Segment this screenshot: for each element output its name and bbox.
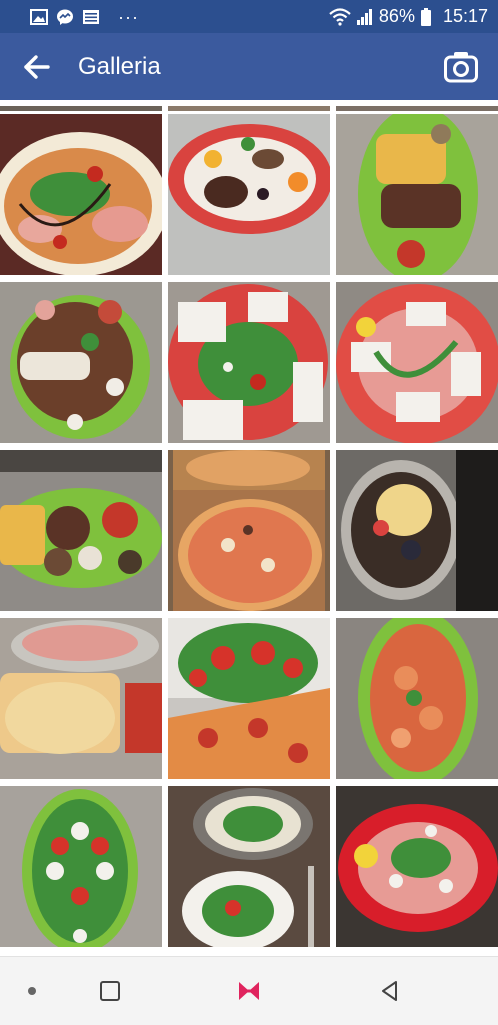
wifi-icon — [329, 7, 351, 26]
photo-pizza-prosciutto — [0, 132, 162, 275]
clock: 15:17 — [442, 6, 488, 26]
back-triangle-icon[interactable] — [378, 979, 402, 1003]
gallery-photo-11[interactable] — [168, 618, 330, 779]
photo-caprese-green — [22, 789, 138, 947]
gallery-photo-1[interactable] — [0, 114, 162, 275]
gallery-photo-14[interactable] — [168, 786, 330, 947]
recent-apps-icon[interactable] — [100, 981, 120, 1001]
photo-salads-white — [182, 788, 314, 947]
photo-mixed-grill — [0, 450, 162, 588]
gallery-photo-12[interactable] — [336, 618, 498, 779]
gallery-photo-7[interactable] — [0, 450, 162, 611]
photo-steak-fries — [358, 114, 478, 275]
gallery-photo-4[interactable] — [0, 282, 162, 443]
gallery-photo-partial[interactable] — [0, 106, 162, 111]
battery-icon — [420, 7, 431, 26]
image-icon — [30, 8, 48, 25]
messenger-icon — [57, 9, 73, 25]
battery-percentage: 86% — [378, 6, 415, 26]
photo-antipasto — [10, 295, 150, 439]
gallery-photo-13[interactable] — [0, 786, 162, 947]
signal-icon — [356, 8, 372, 25]
gallery-photo-2[interactable] — [168, 114, 330, 275]
gallery-photo-10[interactable] — [0, 618, 162, 779]
gallery-photo-6[interactable] — [336, 282, 498, 443]
photo-pizza-box — [173, 450, 325, 611]
page-title: Galleria — [78, 53, 161, 80]
gallery-photo-5[interactable] — [168, 282, 330, 443]
app-bar: Galleria — [0, 33, 498, 100]
photo-tomato-salad-pizza — [168, 618, 330, 779]
status-bar: ··· 86% 15:17 — [0, 0, 498, 33]
photo-caprese-red — [168, 284, 328, 440]
nav-dot-icon[interactable] — [28, 987, 36, 995]
photo-grilled-meat — [168, 124, 330, 234]
app-shortcut-icon[interactable] — [237, 979, 261, 1003]
photo-carpaccio — [336, 284, 498, 443]
gallery-photo-partial[interactable] — [336, 106, 498, 111]
camera-icon[interactable] — [444, 50, 478, 84]
photo-carpaccio-red — [338, 804, 498, 932]
gallery-photo-3[interactable] — [336, 114, 498, 275]
back-arrow-icon[interactable] — [22, 53, 52, 81]
news-icon — [83, 9, 99, 24]
gallery-photo-15[interactable] — [336, 786, 498, 947]
navigation-bar — [0, 956, 498, 1025]
photo-spaghetti-seafood — [341, 450, 498, 611]
photo-shrimp-platter — [358, 618, 478, 779]
more-notifications-indicator: ··· — [118, 6, 139, 27]
photo-cold-cuts — [0, 620, 162, 754]
system-status: 86% 15:17 — [329, 6, 488, 27]
gallery-photo-8[interactable] — [168, 450, 330, 611]
gallery-photo-9[interactable] — [336, 450, 498, 611]
gallery-photo-partial[interactable] — [168, 106, 330, 111]
photo-gallery — [0, 100, 498, 956]
notification-icons: ··· — [30, 6, 139, 27]
